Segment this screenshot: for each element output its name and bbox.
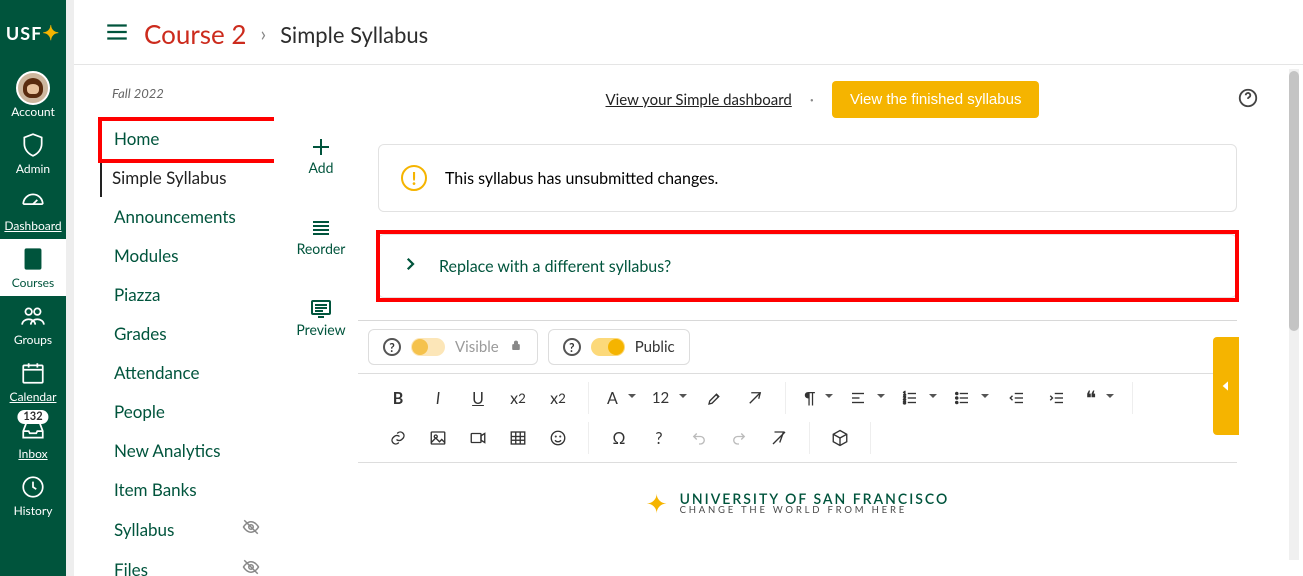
coursenav-home[interactable]: Home [108,119,264,158]
public-toggle[interactable] [591,338,625,356]
main-area: Add Reorder Preview View your Simple das… [274,65,1303,576]
ordered-list-button[interactable]: 123 [893,382,945,414]
usf-seal-icon: ✦ [646,487,668,520]
package-button[interactable] [820,422,860,454]
book-icon [20,245,46,273]
coursenav-modules[interactable]: Modules [108,236,264,275]
visible-toggle[interactable] [411,338,445,356]
tool-reorder[interactable]: Reorder [297,216,346,257]
dashboard-link[interactable]: View your Simple dashboard [606,91,792,109]
collapse-handle[interactable] [1213,337,1239,435]
italic-button[interactable]: I [418,382,458,414]
global-nav: USF✦ Account Admin Dashboard Courses Gro… [0,0,66,576]
bullet-list-button[interactable] [945,382,997,414]
video-button[interactable] [458,422,498,454]
coursenav-new-analytics[interactable]: New Analytics [108,431,264,470]
quote-button[interactable]: ❝ [1077,382,1122,414]
coursenav-simple-syllabus[interactable]: Simple Syllabus [100,158,264,197]
redo-button[interactable] [719,422,759,454]
nav-courses[interactable]: Courses [0,239,66,296]
table-button[interactable] [498,422,538,454]
view-finished-button[interactable]: View the finished syllabus [832,81,1040,118]
clock-icon [20,473,46,501]
breadcrumb-page: Simple Syllabus [280,21,428,48]
link-button[interactable] [378,422,418,454]
replace-syllabus-card[interactable]: Replace with a different syllabus? [378,234,1237,298]
coursenav-files[interactable]: Files [108,549,264,576]
superscript-button[interactable]: x2 [538,382,578,414]
remove-styles-button[interactable] [759,422,799,454]
hidden-eye-icon [242,518,260,540]
calendar-icon [20,359,46,387]
tool-add[interactable]: Add [308,135,333,176]
subscript-button[interactable]: x2 [498,382,538,414]
main-scrollbar[interactable] [1289,69,1299,560]
special-char-button[interactable]: Ω [599,422,639,454]
coursenav-syllabus[interactable]: Syllabus [108,509,264,549]
shield-icon [20,131,46,159]
unsubmitted-text: This syllabus has unsubmitted changes. [445,169,718,188]
syllabus-header-logo: ✦ UNIVERSITY OF SAN FRANCISCO CHANGE THE… [358,463,1237,528]
bold-button[interactable]: B [378,382,418,414]
inbox-icon: 132 [20,416,46,444]
help-icon[interactable]: ? [383,338,401,356]
breadcrumb-course[interactable]: Course 2 [144,18,246,50]
inbox-badge: 132 [17,410,48,424]
emoji-button[interactable] [538,422,578,454]
coursenav-announcements[interactable]: Announcements [108,197,264,236]
help-icon[interactable] [1237,87,1259,113]
nav-admin[interactable]: Admin [0,125,66,182]
people-icon [20,302,46,330]
nav-account[interactable]: Account [0,68,66,125]
visibility-pill[interactable]: ? Visible [368,329,538,365]
coursenav-people[interactable]: People [108,392,264,431]
nav-calendar[interactable]: Calendar [0,353,66,410]
breadcrumb-sep-icon: › [260,22,266,46]
chevron-right-icon [401,255,419,277]
clear-format-button[interactable] [735,382,775,414]
tool-preview[interactable]: Preview [296,297,345,338]
hamburger-icon[interactable] [104,19,130,49]
coursenav-item-banks[interactable]: Item Banks [108,470,264,509]
gauge-icon [20,188,46,216]
unsubmitted-banner: ! This syllabus has unsubmitted changes. [378,144,1237,212]
highlight-button[interactable] [695,382,735,414]
warning-icon: ! [401,165,427,191]
institution-logo[interactable]: USF✦ [8,8,58,58]
image-button[interactable] [418,422,458,454]
hidden-eye-icon [242,558,260,576]
underline-button[interactable]: U [458,382,498,414]
coursenav-piazza[interactable]: Piazza [108,275,264,314]
editor-toolbar: B I U x2 x2 A 12 [358,373,1237,463]
rich-text-editor: ? Visible ? Public [358,320,1237,528]
svg-text:3: 3 [904,400,907,405]
breadcrumb-bar: Course 2 › Simple Syllabus [74,0,1303,65]
public-pill[interactable]: ? Public [548,329,690,365]
help-button[interactable]: ? [639,422,679,454]
indent-button[interactable] [1037,382,1077,414]
lock-icon [509,338,523,356]
font-size-select[interactable]: 12 [644,382,695,414]
nav-inbox[interactable]: 132 Inbox [0,410,66,467]
help-icon[interactable]: ? [563,338,581,356]
paragraph-format-button[interactable]: ¶ [796,382,841,414]
page-scrollbar-track[interactable] [66,0,74,576]
avatar [16,71,50,105]
align-button[interactable] [841,382,893,414]
coursenav-grades[interactable]: Grades [108,314,264,353]
nav-history[interactable]: History [0,467,66,524]
term-label: Fall 2022 [112,85,264,101]
font-color-button[interactable]: A [599,382,644,414]
course-nav: Fall 2022 Home Simple Syllabus Announcem… [74,65,274,576]
coursenav-attendance[interactable]: Attendance [108,353,264,392]
undo-button[interactable] [679,422,719,454]
nav-groups[interactable]: Groups [0,296,66,353]
nav-dashboard[interactable]: Dashboard [0,182,66,239]
outdent-button[interactable] [997,382,1037,414]
editor-side-tools: Add Reorder Preview [274,65,368,576]
